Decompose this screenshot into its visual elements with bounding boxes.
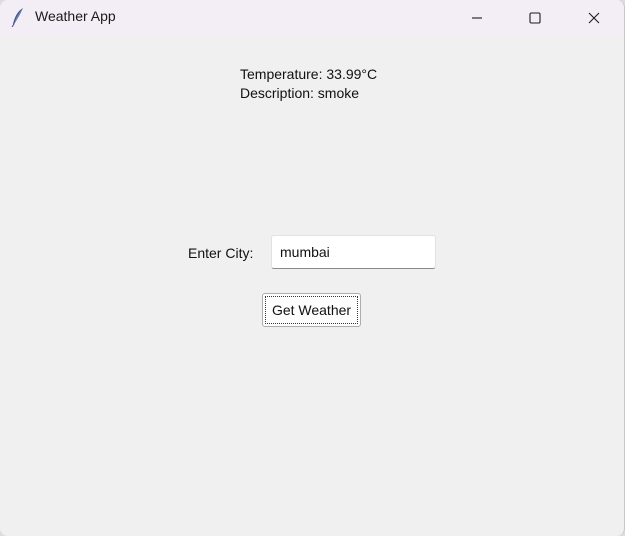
minimize-button[interactable] — [454, 0, 500, 35]
temperature-text: Temperature: 33.99°C — [240, 66, 378, 82]
window-title: Weather App — [35, 8, 116, 24]
city-input[interactable] — [271, 235, 436, 269]
maximize-icon — [529, 11, 541, 24]
get-weather-button-label: Get Weather — [265, 296, 358, 324]
title-bar[interactable]: Weather App — [0, 0, 624, 35]
description-text: Description: smoke — [240, 85, 360, 101]
minimize-icon — [471, 12, 483, 24]
close-icon — [588, 12, 600, 24]
city-label: Enter City: — [188, 245, 254, 261]
maximize-button[interactable] — [512, 0, 558, 35]
get-weather-button[interactable]: Get Weather — [262, 293, 361, 327]
weather-result: Temperature: 33.99°C Description: smoke — [240, 65, 377, 103]
app-window: Weather App Temperature: 33.99°C Descrip… — [0, 0, 625, 536]
feather-icon — [10, 7, 26, 28]
close-button[interactable] — [571, 0, 617, 35]
